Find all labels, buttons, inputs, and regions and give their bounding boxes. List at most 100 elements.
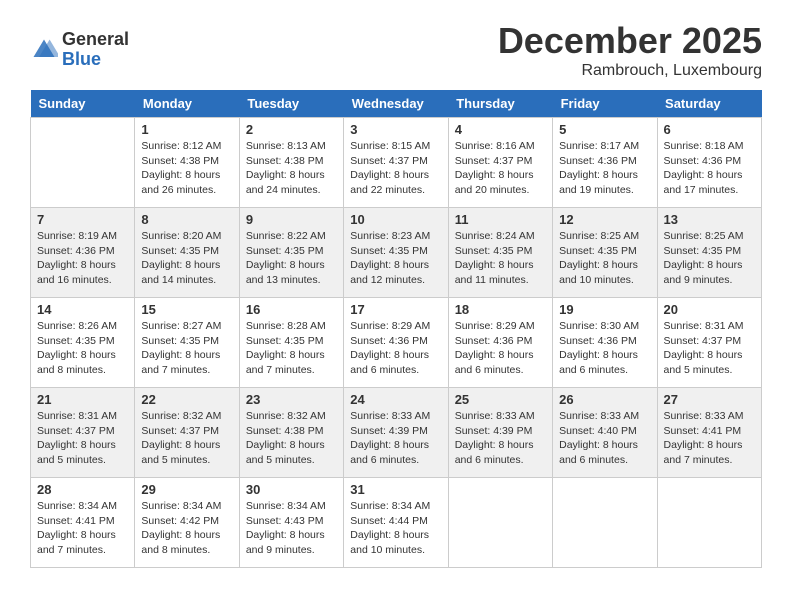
day-info: Sunrise: 8:15 AM Sunset: 4:37 PM Dayligh… xyxy=(350,139,441,198)
day-number: 28 xyxy=(37,482,128,497)
day-info: Sunrise: 8:33 AM Sunset: 4:41 PM Dayligh… xyxy=(664,409,755,468)
day-info: Sunrise: 8:29 AM Sunset: 4:36 PM Dayligh… xyxy=(455,319,546,378)
day-cell: 23Sunrise: 8:32 AM Sunset: 4:38 PM Dayli… xyxy=(239,388,343,478)
day-number: 10 xyxy=(350,212,441,227)
logo-text: General Blue xyxy=(62,30,129,70)
day-cell: 25Sunrise: 8:33 AM Sunset: 4:39 PM Dayli… xyxy=(448,388,552,478)
day-info: Sunrise: 8:13 AM Sunset: 4:38 PM Dayligh… xyxy=(246,139,337,198)
month-title: December 2025 xyxy=(498,20,762,62)
day-number: 5 xyxy=(559,122,650,137)
weekday-header-tuesday: Tuesday xyxy=(239,90,343,118)
day-cell: 5 Sunrise: 8:17 AM Sunset: 4:36 PM Daylig… xyxy=(553,118,657,208)
day-cell: 31 Sunrise: 8:34 AM Sunset: 4:44 PM Dayli… xyxy=(344,478,448,568)
day-number: 24 xyxy=(350,392,441,407)
day-info: Sunrise: 8:27 AM Sunset: 4:35 PM Dayligh… xyxy=(141,319,232,378)
day-cell: 27 Sunrise: 8:33 AM Sunset: 4:41 PM Dayli… xyxy=(657,388,761,478)
day-number: 16 xyxy=(246,302,337,317)
day-number: 7 xyxy=(37,212,128,227)
day-number: 11 xyxy=(455,212,546,227)
weekday-header-row: SundayMondayTuesdayWednesdayThursdayFrid… xyxy=(31,90,762,118)
day-info: Sunrise: 8:24 AM Sunset: 4:35 PM Dayligh… xyxy=(455,229,546,288)
week-row-1: 7Sunrise: 8:19 AM Sunset: 4:36 PM Daylig… xyxy=(31,208,762,298)
day-number: 12 xyxy=(559,212,650,227)
day-cell: 12 Sunrise: 8:25 AM Sunset: 4:35 PM Dayli… xyxy=(553,208,657,298)
day-info: Sunrise: 8:20 AM Sunset: 4:35 PM Dayligh… xyxy=(141,229,232,288)
day-cell: 3 Sunrise: 8:15 AM Sunset: 4:37 PM Daylig… xyxy=(344,118,448,208)
day-number: 18 xyxy=(455,302,546,317)
day-info: Sunrise: 8:18 AM Sunset: 4:36 PM Dayligh… xyxy=(664,139,755,198)
day-cell: 13Sunrise: 8:25 AM Sunset: 4:35 PM Dayli… xyxy=(657,208,761,298)
day-info: Sunrise: 8:17 AM Sunset: 4:36 PM Dayligh… xyxy=(559,139,650,198)
day-number: 4 xyxy=(455,122,546,137)
day-number: 29 xyxy=(141,482,232,497)
day-info: Sunrise: 8:16 AM Sunset: 4:37 PM Dayligh… xyxy=(455,139,546,198)
logo-blue: Blue xyxy=(62,50,129,70)
day-number: 22 xyxy=(141,392,232,407)
day-cell: 24 Sunrise: 8:33 AM Sunset: 4:39 PM Dayli… xyxy=(344,388,448,478)
day-number: 2 xyxy=(246,122,337,137)
day-number: 8 xyxy=(141,212,232,227)
location-title: Rambrouch, Luxembourg xyxy=(498,62,762,80)
day-info: Sunrise: 8:28 AM Sunset: 4:35 PM Dayligh… xyxy=(246,319,337,378)
day-cell: 21 Sunrise: 8:31 AM Sunset: 4:37 PM Dayli… xyxy=(31,388,135,478)
day-number: 21 xyxy=(37,392,128,407)
day-info: Sunrise: 8:23 AM Sunset: 4:35 PM Dayligh… xyxy=(350,229,441,288)
day-number: 19 xyxy=(559,302,650,317)
weekday-header-saturday: Saturday xyxy=(657,90,761,118)
day-cell: 14Sunrise: 8:26 AM Sunset: 4:35 PM Dayli… xyxy=(31,298,135,388)
day-info: Sunrise: 8:32 AM Sunset: 4:38 PM Dayligh… xyxy=(246,409,337,468)
day-info: Sunrise: 8:32 AM Sunset: 4:37 PM Dayligh… xyxy=(141,409,232,468)
weekday-header-friday: Friday xyxy=(553,90,657,118)
logo: General Blue xyxy=(30,30,129,70)
day-cell: 29Sunrise: 8:34 AM Sunset: 4:42 PM Dayli… xyxy=(135,478,239,568)
day-cell: 17 Sunrise: 8:29 AM Sunset: 4:36 PM Dayli… xyxy=(344,298,448,388)
day-cell: 15Sunrise: 8:27 AM Sunset: 4:35 PM Dayli… xyxy=(135,298,239,388)
weekday-header-monday: Monday xyxy=(135,90,239,118)
weekday-header-wednesday: Wednesday xyxy=(344,90,448,118)
week-row-3: 21 Sunrise: 8:31 AM Sunset: 4:37 PM Dayli… xyxy=(31,388,762,478)
day-cell: 7Sunrise: 8:19 AM Sunset: 4:36 PM Daylig… xyxy=(31,208,135,298)
week-row-2: 14Sunrise: 8:26 AM Sunset: 4:35 PM Dayli… xyxy=(31,298,762,388)
day-number: 1 xyxy=(141,122,232,137)
day-info: Sunrise: 8:31 AM Sunset: 4:37 PM Dayligh… xyxy=(664,319,755,378)
day-cell xyxy=(657,478,761,568)
day-cell xyxy=(448,478,552,568)
day-cell: 8 Sunrise: 8:20 AM Sunset: 4:35 PM Daylig… xyxy=(135,208,239,298)
calendar-table: SundayMondayTuesdayWednesdayThursdayFrid… xyxy=(30,90,762,568)
day-info: Sunrise: 8:33 AM Sunset: 4:39 PM Dayligh… xyxy=(350,409,441,468)
day-number: 9 xyxy=(246,212,337,227)
day-number: 30 xyxy=(246,482,337,497)
day-info: Sunrise: 8:34 AM Sunset: 4:41 PM Dayligh… xyxy=(37,499,128,558)
day-number: 3 xyxy=(350,122,441,137)
day-cell: 19Sunrise: 8:30 AM Sunset: 4:36 PM Dayli… xyxy=(553,298,657,388)
day-cell: 20Sunrise: 8:31 AM Sunset: 4:37 PM Dayli… xyxy=(657,298,761,388)
day-cell: 1 Sunrise: 8:12 AM Sunset: 4:38 PM Daylig… xyxy=(135,118,239,208)
day-cell: 26Sunrise: 8:33 AM Sunset: 4:40 PM Dayli… xyxy=(553,388,657,478)
day-info: Sunrise: 8:12 AM Sunset: 4:38 PM Dayligh… xyxy=(141,139,232,198)
day-cell xyxy=(31,118,135,208)
day-cell: 18 Sunrise: 8:29 AM Sunset: 4:36 PM Dayli… xyxy=(448,298,552,388)
day-cell: 11 Sunrise: 8:24 AM Sunset: 4:35 PM Dayli… xyxy=(448,208,552,298)
day-cell: 30Sunrise: 8:34 AM Sunset: 4:43 PM Dayli… xyxy=(239,478,343,568)
day-number: 17 xyxy=(350,302,441,317)
title-area: December 2025 Rambrouch, Luxembourg xyxy=(498,20,762,80)
weekday-header-thursday: Thursday xyxy=(448,90,552,118)
day-cell: 16 Sunrise: 8:28 AM Sunset: 4:35 PM Dayli… xyxy=(239,298,343,388)
day-info: Sunrise: 8:33 AM Sunset: 4:39 PM Dayligh… xyxy=(455,409,546,468)
day-number: 14 xyxy=(37,302,128,317)
week-row-0: 1 Sunrise: 8:12 AM Sunset: 4:38 PM Daylig… xyxy=(31,118,762,208)
day-number: 6 xyxy=(664,122,755,137)
day-cell: 9Sunrise: 8:22 AM Sunset: 4:35 PM Daylig… xyxy=(239,208,343,298)
day-info: Sunrise: 8:33 AM Sunset: 4:40 PM Dayligh… xyxy=(559,409,650,468)
day-cell: 2 Sunrise: 8:13 AM Sunset: 4:38 PM Daylig… xyxy=(239,118,343,208)
day-info: Sunrise: 8:31 AM Sunset: 4:37 PM Dayligh… xyxy=(37,409,128,468)
day-info: Sunrise: 8:34 AM Sunset: 4:44 PM Dayligh… xyxy=(350,499,441,558)
weekday-header-sunday: Sunday xyxy=(31,90,135,118)
page-header: General Blue December 2025 Rambrouch, Lu… xyxy=(30,20,762,80)
day-number: 27 xyxy=(664,392,755,407)
logo-icon xyxy=(30,36,58,64)
day-number: 31 xyxy=(350,482,441,497)
day-info: Sunrise: 8:25 AM Sunset: 4:35 PM Dayligh… xyxy=(559,229,650,288)
week-row-4: 28 Sunrise: 8:34 AM Sunset: 4:41 PM Dayli… xyxy=(31,478,762,568)
day-info: Sunrise: 8:29 AM Sunset: 4:36 PM Dayligh… xyxy=(350,319,441,378)
